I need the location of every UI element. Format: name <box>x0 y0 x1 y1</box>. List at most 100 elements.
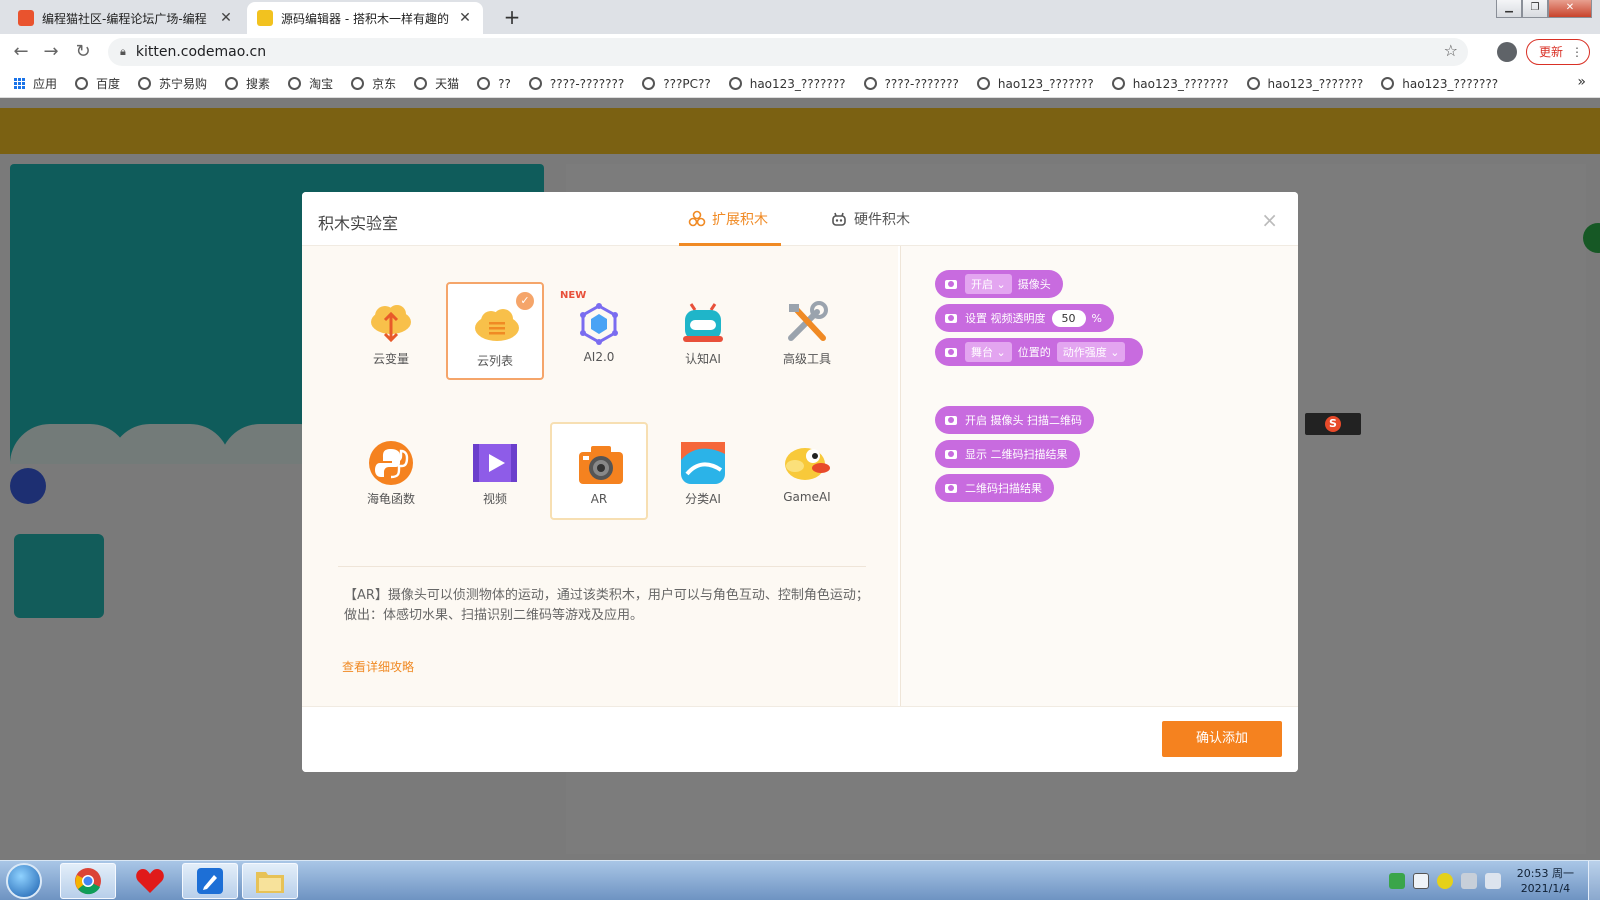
bookmark-item[interactable]: hao123_??????? <box>1246 77 1363 91</box>
block-set-video-transparency: 设置 视频透明度 50 % <box>935 304 1114 332</box>
extension-card-ai2[interactable]: NEW AI2.0 <box>550 282 648 380</box>
bookmark-item[interactable]: ????-??????? <box>863 77 959 91</box>
confirm-add-button[interactable]: 确认添加 <box>1162 721 1282 757</box>
extension-card-advanced-tools[interactable]: 高级工具 <box>758 282 856 380</box>
extension-label: 视频 <box>482 492 507 506</box>
show-desktop-button[interactable] <box>1588 861 1600 900</box>
start-button-icon[interactable] <box>6 863 42 899</box>
extension-card-cloud-list[interactable]: ✓ 云列表 <box>446 282 544 380</box>
detail-guide-link[interactable]: 查看详细攻略 <box>342 658 414 675</box>
bookmark-label: hao123_??????? <box>749 76 846 91</box>
taskbar-file-explorer[interactable] <box>242 863 298 899</box>
dialog-title: 积木实验室 <box>318 214 399 233</box>
bookmark-item[interactable]: 百度 <box>75 75 120 92</box>
network-icon[interactable] <box>1412 873 1429 889</box>
close-icon[interactable]: × <box>1261 208 1278 232</box>
url-text: kitten.codemao.cn <box>135 44 267 60</box>
bookmark-item[interactable]: 淘宝 <box>288 75 333 92</box>
folder-icon <box>256 872 284 893</box>
bookmark-label: 京东 <box>372 77 397 91</box>
bookmark-item[interactable]: ????-??????? <box>528 77 624 91</box>
block-text: 二维码扫描结果 <box>965 482 1042 495</box>
block-dropdown: 动作强度 ⌄ <box>1056 342 1126 362</box>
tab-hardware-blocks[interactable]: 硬件积木 <box>830 192 910 246</box>
extension-card-ar[interactable]: AR <box>550 422 648 520</box>
minimize-icon[interactable]: ▁ <box>1496 0 1522 18</box>
extension-list-pane: 云变量 ✓ 云列表 NEW AI2.0 认知AI 高级工具 海龟函数 视频 AR… <box>302 246 898 706</box>
bookmark-item[interactable]: hao123_??????? <box>976 77 1094 91</box>
more-menu-icon[interactable]: ⋮ <box>1571 40 1583 64</box>
new-tab-button[interactable]: + <box>500 5 524 29</box>
bookmark-apps[interactable]: 应用 <box>14 75 57 92</box>
cloud-variable-icon <box>371 305 411 343</box>
taskbar-clock[interactable]: 20:53 周一 2021/1/4 <box>1517 866 1574 896</box>
close-window-icon[interactable]: ✕ <box>1548 0 1592 18</box>
extension-card-video[interactable]: 视频 <box>446 422 544 520</box>
taskbar-editor-app[interactable] <box>182 863 238 899</box>
bookmark-label: ???PC?? <box>663 76 711 91</box>
restore-icon[interactable]: ❐ <box>1522 0 1548 18</box>
security-shield-icon[interactable] <box>1388 873 1405 889</box>
taskbar-heart-app[interactable] <box>122 863 178 899</box>
bookmark-item[interactable]: hao123_??????? <box>728 76 846 91</box>
flappy-bird-icon <box>785 448 830 480</box>
camera-icon <box>945 415 957 425</box>
block-text: 开启 摄像头 扫描二维码 <box>965 414 1082 427</box>
extension-label: 认知AI <box>685 352 721 366</box>
bookmark-item[interactable]: hao123_??????? <box>1381 77 1498 91</box>
clock-date: 2021/1/4 <box>1520 882 1571 895</box>
browser-tab-editor[interactable]: 源码编辑器 - 搭积木一样有趣的 ✕ <box>247 2 483 34</box>
extension-card-gameai[interactable]: GameAI <box>758 422 856 520</box>
bookmarks-overflow-icon[interactable]: » <box>1577 74 1586 90</box>
extension-card-cognitive-ai[interactable]: 认知AI <box>654 282 752 380</box>
tab-title: 编程猫社区-编程论坛广场-编程 <box>42 11 207 26</box>
bookmark-label: 天猫 <box>435 77 460 91</box>
extension-label: 云列表 <box>476 354 513 368</box>
speaker-muted-icon[interactable] <box>1460 873 1477 889</box>
globe-icon <box>138 77 152 90</box>
address-bar[interactable]: 🔒︎ kitten.codemao.cn ☆ <box>108 38 1468 66</box>
block-qr-result: 二维码扫描结果 <box>935 474 1054 502</box>
close-tab-icon[interactable]: ✕ <box>218 10 234 26</box>
reload-icon[interactable]: ↻ <box>72 41 94 63</box>
bookmark-item[interactable]: 苏宁易购 <box>138 75 207 92</box>
extension-card-turtle-functions[interactable]: 海龟函数 <box>342 422 440 520</box>
update-plus-icon[interactable] <box>1436 873 1453 889</box>
dialog-footer: 确认添加 <box>302 706 1298 772</box>
taskbar-chrome[interactable] <box>60 863 116 899</box>
browser-toolbar: ← → ↻ 🔒︎ kitten.codemao.cn ☆ 更新 ⋮ <box>0 34 1600 70</box>
bookmarks-bar: 应用 百度 苏宁易购 搜素 淘宝 京东 天猫 ?? ????-??????? ?… <box>0 70 1600 98</box>
block-dropdown: 开启 ⌄ <box>965 274 1012 294</box>
back-icon[interactable]: ← <box>10 41 32 63</box>
extension-card-classify-ai[interactable]: 分类AI <box>654 422 752 520</box>
bookmark-item[interactable]: 搜素 <box>225 75 270 92</box>
bookmark-star-icon[interactable]: ☆ <box>1444 41 1458 60</box>
block-start-qr-scan: 开启 摄像头 扫描二维码 <box>935 406 1094 434</box>
camera-icon <box>579 446 623 484</box>
volume-icon[interactable] <box>1484 873 1501 889</box>
browser-tab-strip: 编程猫社区-编程论坛广场-编程 ✕ 源码编辑器 - 搭积木一样有趣的 ✕ + ▁… <box>0 0 1600 34</box>
forward-icon[interactable]: → <box>40 41 62 63</box>
update-label: 更新 <box>1539 45 1564 59</box>
globe-icon <box>477 77 491 90</box>
ime-toolbar[interactable]: S <box>1305 413 1361 435</box>
pen-app-icon <box>197 868 223 894</box>
bookmark-item[interactable]: 京东 <box>351 75 396 92</box>
dialog-header: 积木实验室 扩展积木 硬件积木 × <box>302 192 1298 246</box>
close-tab-icon[interactable]: ✕ <box>457 10 473 26</box>
apps-grid-icon <box>14 78 25 89</box>
tab-extension-blocks[interactable]: 扩展积木 <box>688 192 768 246</box>
bookmark-item[interactable]: 天猫 <box>414 75 459 92</box>
bookmark-item[interactable]: ?? <box>477 77 511 91</box>
bookmark-label: 应用 <box>33 77 58 91</box>
divider <box>338 566 866 567</box>
bookmark-item[interactable]: hao123_??????? <box>1111 77 1229 91</box>
tab-label: 硬件积木 <box>854 212 910 228</box>
profile-avatar-icon[interactable] <box>1497 42 1517 62</box>
extension-card-cloud-variable[interactable]: 云变量 <box>342 282 440 380</box>
tab-label: 扩展积木 <box>712 212 768 228</box>
bookmark-label: 百度 <box>96 77 121 91</box>
browser-tab-codemao-community[interactable]: 编程猫社区-编程论坛广场-编程 ✕ <box>8 2 244 34</box>
update-button[interactable]: 更新 ⋮ <box>1526 39 1590 65</box>
bookmark-item[interactable]: ???PC?? <box>642 76 711 91</box>
